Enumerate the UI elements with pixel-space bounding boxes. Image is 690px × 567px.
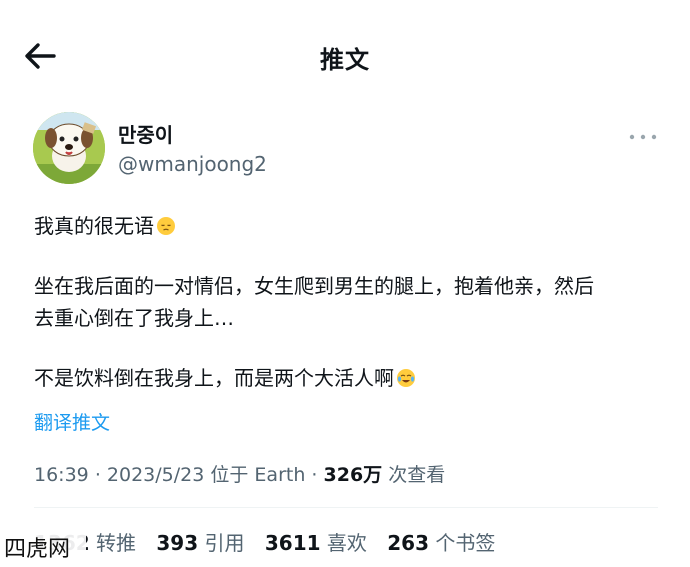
tweet-text-line: 不是饮料倒在我身上，而是两个大活人啊 (34, 364, 416, 392)
author-name[interactable]: 만중이 (118, 119, 173, 148)
page-title: 推文 (320, 46, 370, 74)
retweet-label: 转推 (96, 531, 137, 555)
quotes-stat[interactable]: 393 引用 (156, 531, 244, 555)
view-count-label: 次查看 (388, 464, 446, 486)
avatar[interactable] (33, 112, 105, 184)
more-options-button[interactable] (628, 128, 658, 140)
like-label: 喜欢 (326, 531, 367, 555)
quote-count: 393 (156, 531, 199, 555)
watermark: 四虎网 (0, 533, 86, 567)
tweet-metadata: 16:39 · 2023/5/23 位于 Earth · 326万 次查看 (34, 460, 445, 487)
more-dots-icon (629, 134, 657, 140)
separator: · (311, 464, 318, 486)
tweet-text-line: 我真的很无语 (34, 212, 176, 240)
tweet-text: 去重心倒在了我身上… (34, 306, 234, 330)
tweet-location: 位于 Earth (210, 464, 306, 486)
tweet-text: 坐在我后面的一对情侣，女生爬到男生的腿上，抱着他亲，然后 (34, 274, 594, 298)
like-count: 3611 (264, 531, 321, 555)
engagement-stats: 1362 转推 393 引用 3611 喜欢 263 个书签 (34, 527, 509, 556)
crying-laughing-face-emoji-icon (397, 369, 415, 387)
tweet-time[interactable]: 16:39 (34, 464, 89, 486)
tweet-date[interactable]: 2023/5/23 (107, 464, 204, 486)
divider (34, 507, 658, 508)
separator: · (94, 464, 101, 486)
quote-label: 引用 (204, 531, 245, 555)
bookmark-count: 263 (387, 531, 429, 555)
author-handle[interactable]: @wmanjoong2 (118, 152, 267, 176)
tweet-text: 我真的很无语 (34, 214, 154, 238)
cartoon-dog-avatar-icon (33, 112, 105, 184)
tweet-text: 不是饮料倒在我身上，而是两个大活人啊 (34, 366, 394, 390)
view-count: 326万 (323, 464, 383, 486)
bookmark-label: 个书签 (435, 531, 496, 555)
pensive-face-emoji-icon (157, 217, 175, 235)
likes-stat[interactable]: 3611 喜欢 (265, 531, 367, 555)
bookmarks-stat[interactable]: 263 个书签 (387, 531, 495, 555)
app-header: 推文 (0, 0, 690, 110)
translate-tweet-link[interactable]: 翻译推文 (34, 408, 110, 435)
